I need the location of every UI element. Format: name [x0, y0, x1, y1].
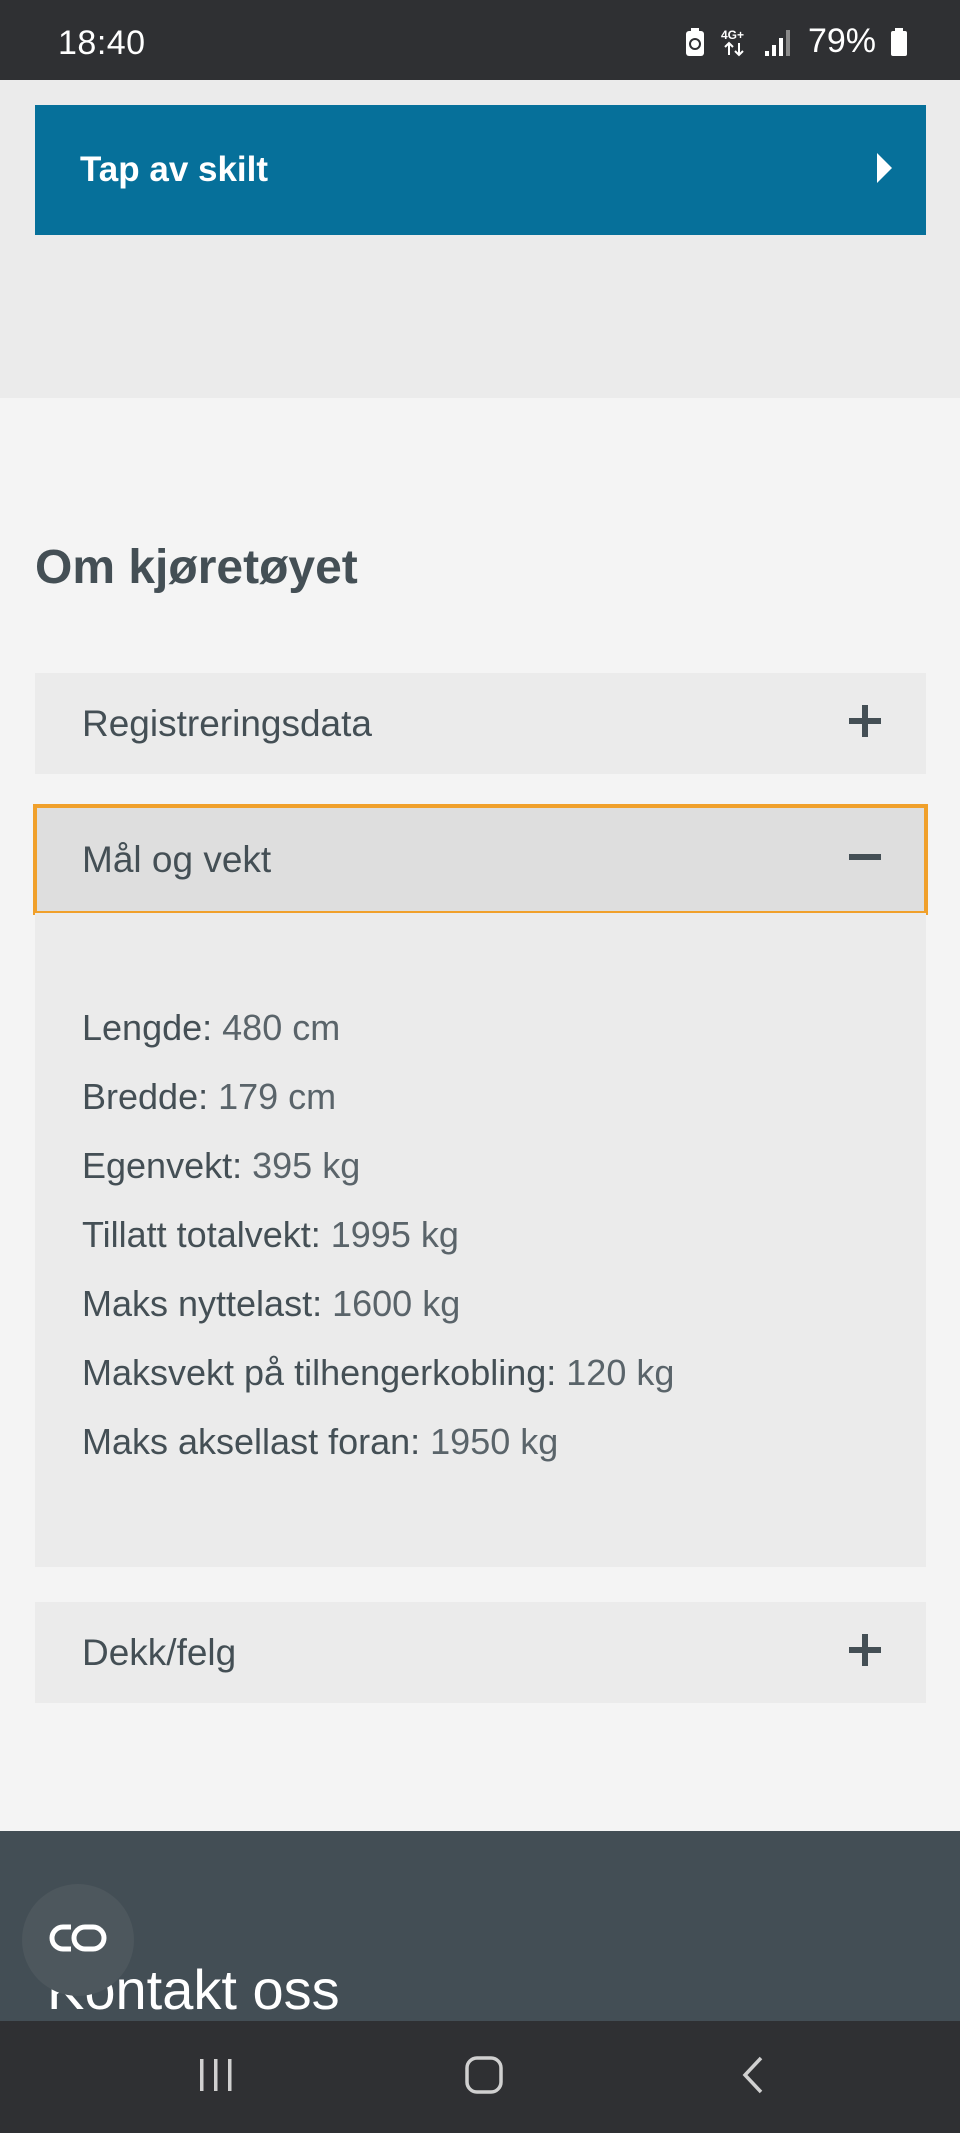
spec-key: Maks nyttelast:: [82, 1283, 323, 1324]
spec-value: 120 kg: [566, 1352, 675, 1393]
chat-button[interactable]: [22, 1884, 134, 1996]
spec-row: Maks nyttelast: 1600 kg: [82, 1269, 879, 1338]
tap-av-skilt-label: Tap av skilt: [80, 150, 269, 189]
spec-value: 179 cm: [218, 1076, 337, 1117]
home-icon: [464, 2055, 504, 2100]
minus-icon: [849, 841, 881, 878]
spec-value: 395 kg: [252, 1145, 361, 1186]
accordion-dekk-felg[interactable]: Dekk/felg: [35, 1602, 926, 1703]
battery-icon: [890, 27, 908, 57]
status-bar: 18:40 4G+ 79%: [0, 0, 960, 80]
navigation-bar: [0, 2021, 960, 2133]
accordion-label: Dekk/felg: [82, 1631, 237, 1673]
spec-key: Egenvekt:: [82, 1145, 243, 1186]
status-icons: 4G+ 79%: [684, 22, 908, 61]
spec-row: Maks aksellast foran: 1950 kg: [82, 1407, 879, 1476]
back-button[interactable]: [714, 2047, 794, 2107]
spec-row: Tillatt totalvekt: 1995 kg: [82, 1200, 879, 1269]
spec-value: 1950 kg: [430, 1421, 559, 1462]
status-time: 18:40: [58, 24, 146, 62]
back-icon: [739, 2055, 769, 2100]
spec-key: Tillatt totalvekt:: [82, 1214, 321, 1255]
spec-value: 480 cm: [222, 1007, 341, 1048]
network-label: 4G+: [721, 28, 744, 42]
accordion-label: Mål og vekt: [82, 838, 272, 880]
spec-row: Egenvekt: 395 kg: [82, 1131, 879, 1200]
signal-icon: [764, 27, 794, 57]
plus-icon: [849, 1634, 881, 1671]
accordion-registreringsdata[interactable]: Registreringsdata: [35, 673, 926, 774]
battery-percent: 79%: [807, 22, 876, 60]
chat-icon: [49, 1923, 107, 1958]
spec-row: Lengde: 480 cm: [82, 993, 879, 1062]
spec-row: Bredde: 179 cm: [82, 1062, 879, 1131]
battery-saver-icon: [684, 27, 706, 57]
spec-row: Maksvekt på tilhengerkobling: 120 kg: [82, 1338, 879, 1407]
chevron-right-icon: [874, 151, 896, 190]
home-button[interactable]: [444, 2047, 524, 2107]
spec-key: Bredde:: [82, 1076, 209, 1117]
plus-icon: [849, 705, 881, 742]
spec-key: Maks aksellast foran:: [82, 1421, 421, 1462]
network-4g-icon: 4G+: [720, 27, 750, 57]
spec-value: 1995 kg: [330, 1214, 459, 1255]
spec-key: Maksvekt på tilhengerkobling:: [82, 1352, 557, 1393]
recent-apps-button[interactable]: [176, 2047, 256, 2107]
accordion-label: Registreringsdata: [82, 702, 372, 744]
accordion-panel-mal-og-vekt: Lengde: 480 cm Bredde: 179 cm Egenvekt: …: [35, 913, 926, 1567]
spec-value: 1600 kg: [332, 1283, 461, 1324]
accordion-mal-og-vekt[interactable]: Mål og vekt: [33, 804, 928, 915]
spec-key: Lengde:: [82, 1007, 213, 1048]
recent-apps-icon: [196, 2057, 236, 2098]
section-title: Om kjøretøyet: [35, 541, 358, 594]
footer: Kontakt oss: [0, 1831, 960, 2021]
tap-av-skilt-button[interactable]: Tap av skilt: [35, 105, 926, 235]
